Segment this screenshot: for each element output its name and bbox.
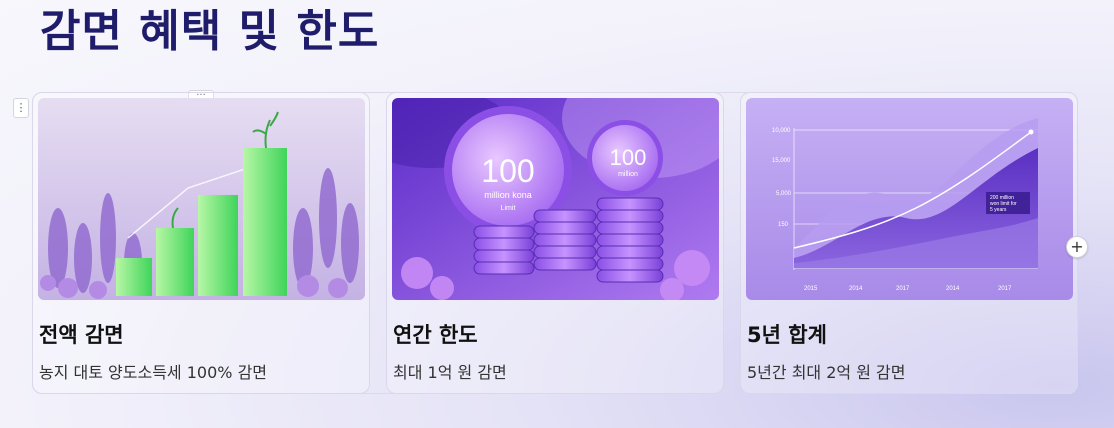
card-description: 농지 대토 양도소득세 100% 감면 (39, 363, 268, 382)
x-tick: 2014 (946, 286, 960, 292)
x-tick: 2014 (849, 286, 863, 292)
drag-handle-icon[interactable]: ⋮ (13, 98, 29, 118)
y-tick: 5,000 (776, 191, 792, 197)
card-title: 전액 감면 (39, 323, 124, 347)
x-tick: 2015 (804, 286, 818, 292)
coin-small-value: 100 (610, 145, 647, 170)
card-description: 최대 1억 원 감면 (393, 363, 507, 382)
card-description: 5년간 최대 2억 원 감면 (747, 363, 906, 382)
y-tick: 150 (778, 222, 789, 228)
coin-big-value: 100 (481, 153, 534, 189)
growth-bars-image (38, 98, 365, 300)
coin-small-sub: million (618, 171, 638, 178)
benefit-card-annual-limit[interactable]: 100 million kona Limit 100 million 연간 한도… (386, 92, 724, 394)
y-tick: 15,000 (772, 158, 791, 164)
card-title: 연간 한도 (393, 323, 478, 347)
area-chart-image: 10,000 15,000 5,000 150 2015 2014 2017 2… (746, 98, 1073, 300)
chart-annotation-line: 5 years (990, 207, 1007, 213)
coin-stacks-image: 100 million kona Limit 100 million (392, 98, 719, 300)
coin-big-sub2: Limit (501, 205, 516, 212)
page-title: 감면 혜택 및 한도 (40, 6, 380, 57)
x-tick: 2017 (896, 286, 910, 292)
x-tick: 2017 (998, 286, 1012, 292)
y-tick: 10,000 (772, 128, 791, 134)
benefit-card-five-year-total[interactable]: 10,000 15,000 5,000 150 2015 2014 2017 2… (740, 92, 1078, 394)
coin-big-sub: million kona (484, 190, 532, 200)
card-title: 5년 합계 (747, 323, 827, 347)
benefit-card-full-exemption[interactable]: 전액 감면 농지 대토 양도소득세 100% 감면 (32, 92, 370, 394)
add-card-button[interactable]: + (1066, 236, 1088, 258)
